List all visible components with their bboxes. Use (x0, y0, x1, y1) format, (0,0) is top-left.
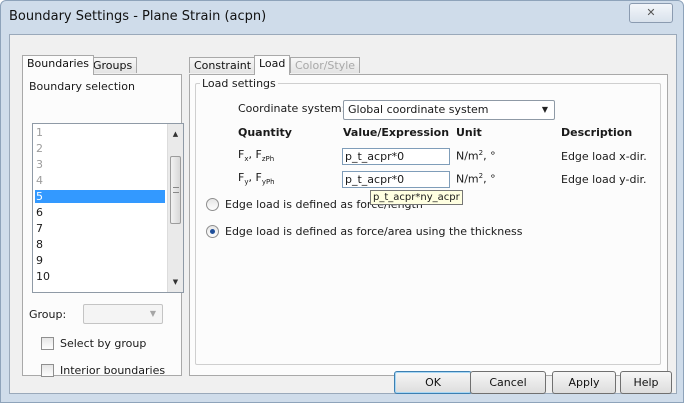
interior-boundaries-checkbox[interactable] (41, 364, 54, 377)
force-area-label: Edge load is defined as force/area using… (225, 225, 523, 238)
description-fy: Edge load y-dir. (561, 173, 647, 186)
grip-icon (173, 187, 179, 193)
coordinate-system-dropdown[interactable]: Global coordinate system ▼ (343, 100, 555, 120)
list-item[interactable]: 4 (35, 174, 165, 187)
list-item[interactable]: 6 (35, 206, 165, 219)
group-label: Group: (29, 308, 67, 321)
load-panel: Load settings Coordinate system: Global … (189, 74, 668, 376)
scroll-thumb[interactable] (170, 156, 181, 224)
chevron-down-icon: ▼ (541, 105, 549, 114)
tab-load[interactable]: Load (254, 55, 291, 75)
expression-tooltip: p_t_acpr*ny_acpr (370, 190, 463, 205)
value-fy-input[interactable]: p_t_acpr*0 (342, 171, 450, 188)
chevron-down-icon: ▼ (149, 309, 157, 318)
select-by-group-checkbox[interactable] (41, 337, 54, 350)
header-description: Description (561, 126, 633, 139)
cancel-button[interactable]: Cancel (470, 371, 546, 394)
force-length-radio[interactable] (206, 198, 219, 211)
listbox-scrollbar[interactable]: ▲ ▼ (167, 124, 183, 292)
list-item[interactable]: 7 (35, 222, 165, 235)
load-settings-title: Load settings (200, 77, 278, 90)
header-value: Value/Expression (343, 126, 450, 139)
scroll-up-icon[interactable]: ▲ (168, 126, 183, 142)
tab-color-style: Color/Style (290, 57, 361, 73)
ok-button[interactable]: OK (394, 371, 472, 394)
force-area-radio[interactable] (206, 225, 219, 238)
list-item-selected[interactable]: 5 (35, 190, 165, 203)
header-quantity: Quantity (238, 126, 292, 139)
window-title: Boundary Settings - Plane Strain (acpn) (9, 9, 267, 24)
list-item[interactable]: 10 (35, 270, 165, 280)
close-icon: ✕ (646, 6, 656, 19)
dialog-window: Boundary Settings - Plane Strain (acpn) … (0, 0, 684, 403)
coordinate-system-value: Global coordinate system (348, 103, 489, 116)
quantity-fy: Fy, FyPh (238, 171, 275, 187)
interior-boundaries-label: Interior boundaries (60, 364, 166, 377)
tab-boundaries[interactable]: Boundaries (22, 55, 95, 75)
scroll-down-icon[interactable]: ▼ (168, 274, 183, 290)
boundary-listbox[interactable]: 1 2 3 4 5 6 7 8 9 10 ▲ ▼ (32, 123, 184, 293)
coordinate-system-label: Coordinate system: (238, 102, 346, 115)
help-button[interactable]: Help (620, 371, 672, 394)
unit-fy: N/m2, ° (456, 172, 496, 186)
list-item[interactable]: 1 (35, 126, 165, 139)
list-item[interactable]: 3 (35, 158, 165, 171)
close-button[interactable]: ✕ (629, 3, 673, 23)
list-item[interactable]: 8 (35, 238, 165, 251)
list-item[interactable]: 9 (35, 254, 165, 267)
select-by-group-label: Select by group (60, 337, 147, 350)
group-combo[interactable]: ▼ (83, 304, 163, 324)
apply-button[interactable]: Apply (552, 371, 616, 394)
unit-fx: N/m2, ° (456, 149, 496, 163)
list-item[interactable]: 2 (35, 142, 165, 155)
header-unit: Unit (456, 126, 482, 139)
title-bar[interactable]: Boundary Settings - Plane Strain (acpn) … (1, 1, 683, 33)
value-fx-input[interactable]: p_t_acpr*0 (342, 148, 450, 165)
boundary-selection-label: Boundary selection (29, 80, 135, 93)
boundaries-panel: Boundary selection 1 2 3 4 5 6 7 8 9 10 … (22, 74, 184, 377)
quantity-fx: Fx, FzPh (238, 148, 275, 164)
dialog-client-area: Boundaries Groups Boundary selection 1 2… (9, 34, 677, 394)
tab-groups[interactable]: Groups (88, 57, 138, 73)
description-fx: Edge load x-dir. (561, 150, 647, 163)
tab-constraint[interactable]: Constraint (189, 57, 257, 73)
